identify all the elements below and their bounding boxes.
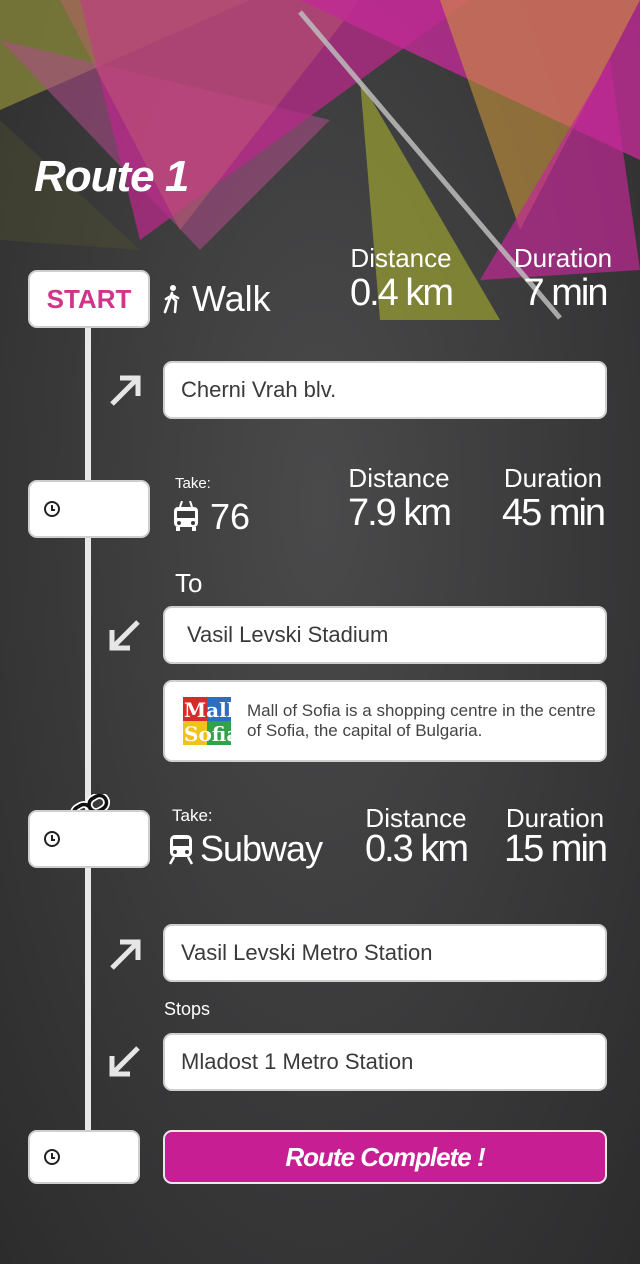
subway-mode: Subway — [168, 828, 323, 870]
walk-icon — [163, 285, 180, 314]
arrow-down-left-icon — [109, 1046, 140, 1077]
arrow-down-left-icon — [109, 620, 140, 651]
to-station-box: Mladost 1 Metro Station — [163, 1033, 607, 1091]
route-title: Route 1 — [34, 152, 189, 201]
timeline-line — [85, 320, 91, 1140]
stops-label: Stops — [164, 999, 211, 1019]
duration-header: Duration — [513, 243, 613, 273]
from-station-name: Vasil Levski Metro Station — [181, 940, 433, 965]
to-label: To — [175, 568, 203, 598]
duration-value: 15 min — [503, 828, 608, 870]
walk-label: Walk — [192, 278, 271, 319]
time-node[interactable] — [28, 1130, 140, 1184]
duration-header: Duration — [503, 463, 603, 493]
take-label: Take: — [175, 475, 211, 492]
bus-line-number: 76 — [210, 496, 251, 537]
walk-mode: Walk — [162, 278, 271, 320]
street-box: Cherni Vrah blv. — [163, 361, 607, 419]
poi-info-card[interactable]: Mall Sofia Mall of Sofia is a shopping c… — [163, 680, 607, 762]
distance-value: 0.4 km — [349, 272, 454, 314]
street-name: Cherni Vrah blv. — [181, 377, 337, 402]
time-node[interactable] — [28, 480, 150, 538]
distance-header: Distance — [348, 463, 450, 493]
arrow-up-right-icon — [110, 939, 141, 970]
from-station-box: Vasil Levski Metro Station — [163, 924, 607, 982]
subway-label: Subway — [200, 828, 323, 869]
start-badge: START — [28, 270, 150, 328]
duration-value: 45 min — [501, 492, 606, 534]
time-node[interactable] — [28, 810, 150, 868]
route-complete-button[interactable]: Route Complete ! — [163, 1130, 607, 1184]
clock-icon — [44, 831, 60, 847]
mall-of-sofia-logo: Mall Sofia — [183, 697, 239, 746]
arrow-up-right-icon — [110, 375, 141, 406]
destination-box: Vasil Levski Stadium — [163, 606, 607, 664]
bus-icon — [174, 501, 198, 531]
poi-description: Mall of Sofia is a shopping centre in th… — [247, 701, 596, 740]
clock-icon — [44, 501, 60, 517]
distance-value: 7.9 km — [347, 492, 452, 534]
logo-bottom-text: Sofia — [184, 722, 240, 746]
logo-top-text: Mall — [184, 698, 235, 722]
bus-line: 76 — [172, 496, 250, 538]
duration-value: 7 min — [523, 272, 609, 314]
subway-icon — [168, 835, 194, 865]
destination-name: Vasil Levski Stadium — [187, 622, 389, 647]
distance-value: 0.3 km — [364, 828, 469, 870]
clock-icon — [44, 1149, 60, 1165]
to-station-name: Mladost 1 Metro Station — [181, 1049, 414, 1074]
take-label: Take: — [172, 806, 213, 825]
distance-header: Distance — [350, 243, 452, 273]
